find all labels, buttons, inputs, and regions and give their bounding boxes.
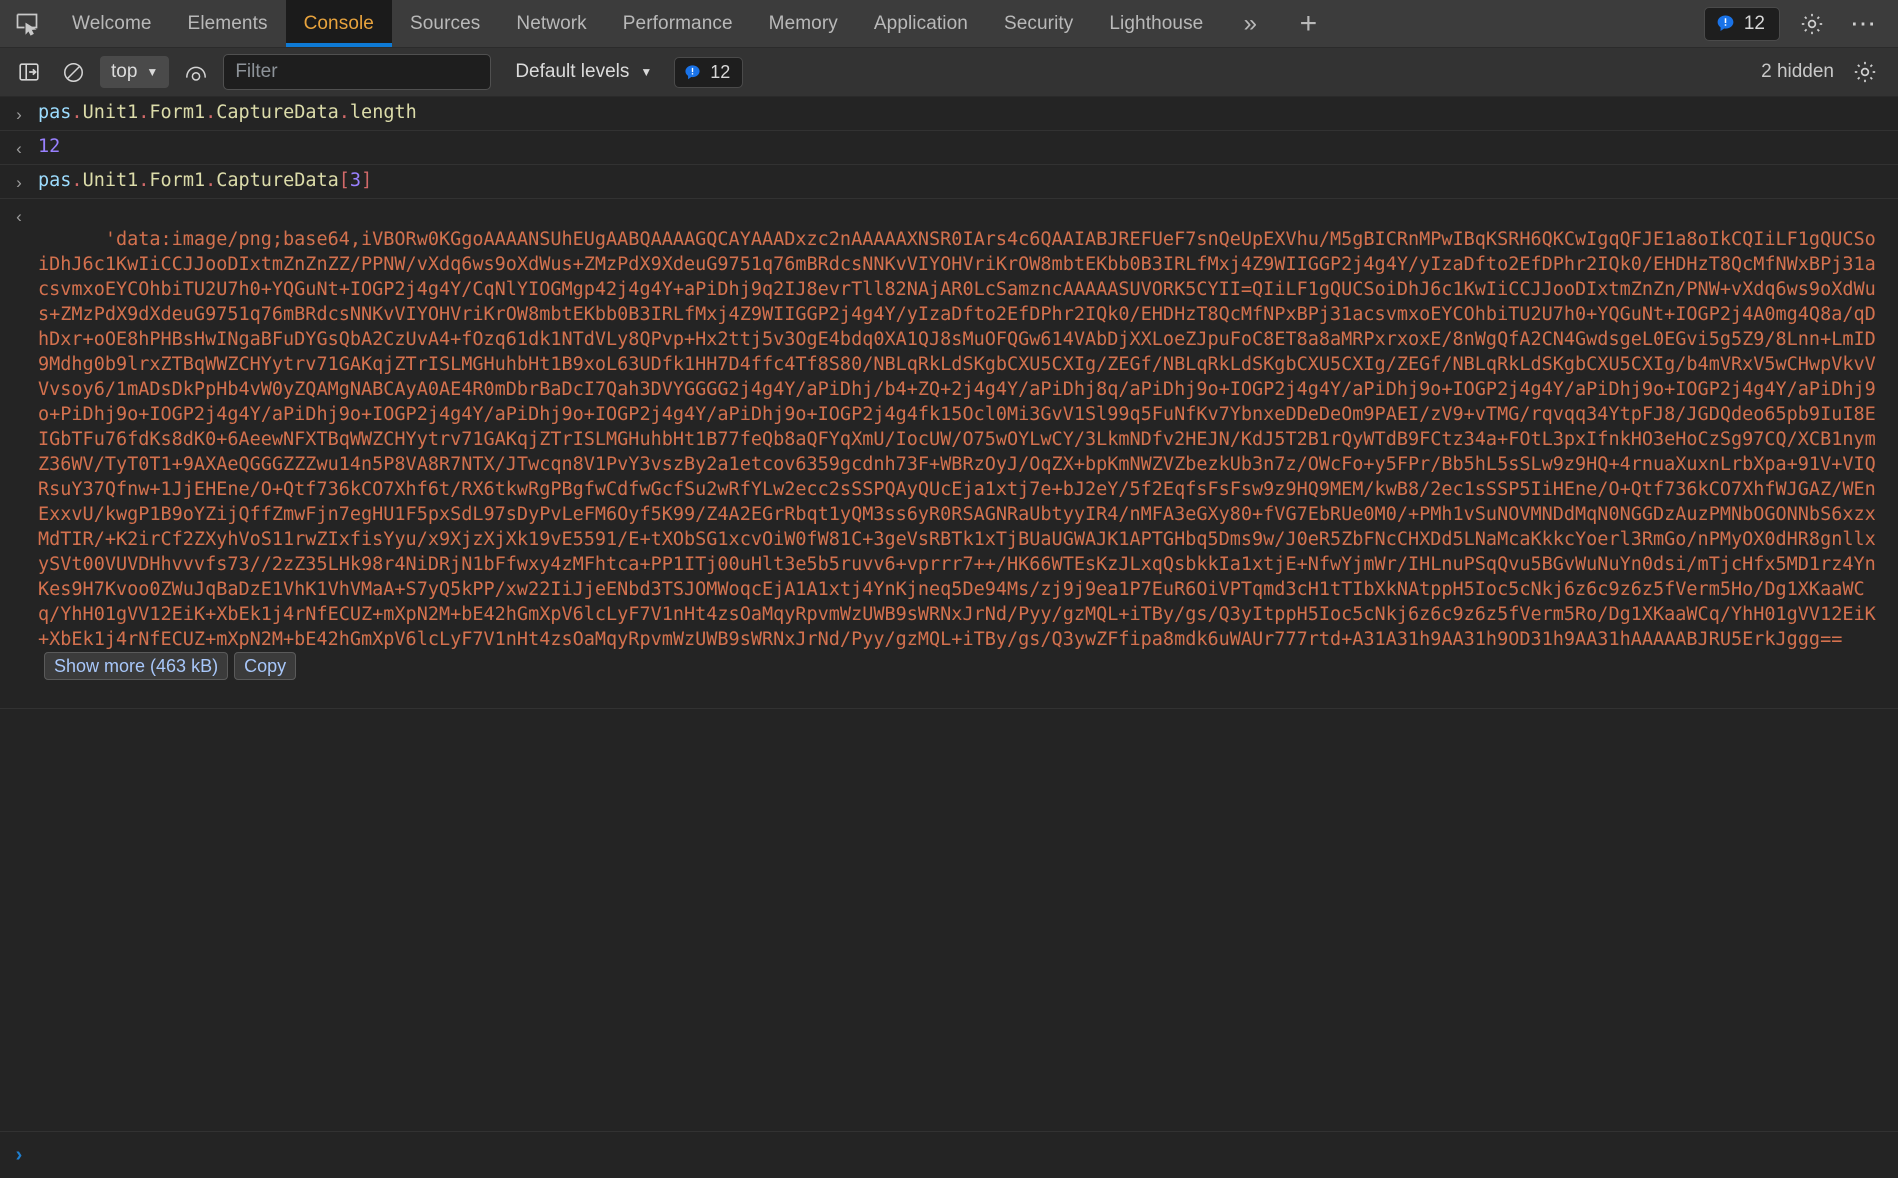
inspect-element-icon[interactable]	[0, 0, 54, 47]
show-more-button[interactable]: Show more (463 kB)	[44, 652, 229, 680]
token-bracket: [	[338, 170, 350, 191]
add-panel-plus-icon[interactable]: +	[1279, 0, 1337, 47]
tab-console[interactable]: Console	[285, 0, 393, 47]
hidden-messages-count: 2 hidden	[1761, 61, 1834, 82]
console-toolbar-right: 2 hidden	[1761, 55, 1886, 89]
tabbar-right-controls: 12 dots-horizontal-icon⋯	[1703, 0, 1898, 47]
token-property: CaptureData	[216, 170, 339, 191]
token-dot: .	[205, 102, 217, 123]
more-tabs-chevron-icon[interactable]: »	[1221, 0, 1279, 47]
tab-security[interactable]: Security	[986, 0, 1091, 47]
issues-count: 12	[1743, 12, 1765, 34]
console-settings-gear-icon[interactable]	[1848, 55, 1882, 89]
log-levels-label: Default levels	[515, 61, 630, 82]
tab-label: Lighthouse	[1109, 12, 1204, 34]
sidebar-toggle-icon[interactable]	[12, 55, 46, 89]
devtools-tabbar: Welcome Elements Console Sources Network…	[0, 0, 1898, 48]
token-property: length	[349, 102, 417, 123]
tab-memory[interactable]: Memory	[751, 0, 856, 47]
console-command-entry[interactable]: › pas.Unit1.Form1.CaptureData[3]	[0, 165, 1898, 199]
token-property: Form1	[149, 102, 206, 123]
tab-label: Welcome	[72, 12, 152, 34]
log-levels-selector[interactable]: Default levels ▼	[507, 57, 660, 87]
settings-gear-icon[interactable]	[1792, 4, 1832, 44]
tab-sources[interactable]: Sources	[392, 0, 498, 47]
token-bracket: ]	[361, 170, 373, 191]
result-chevron-icon: ‹	[16, 139, 22, 158]
more-tabs-label: »	[1243, 9, 1258, 37]
tab-performance[interactable]: Performance	[605, 0, 751, 47]
console-prompt-input[interactable]	[38, 1143, 1898, 1167]
clear-console-icon[interactable]	[56, 55, 90, 89]
base64-string-value: 'data:image/png;base64,iVBORw0KGgoAAAANS…	[38, 229, 1876, 650]
chevron-down-icon: ▼	[640, 65, 653, 79]
console-issues-counter[interactable]: 12	[674, 56, 744, 88]
console-issues-count: 12	[710, 61, 731, 82]
token-identifier: pas	[38, 102, 72, 123]
console-result-entry[interactable]: ‹ 12	[0, 131, 1898, 165]
result-number: 12	[38, 136, 61, 157]
token-dot: .	[205, 170, 217, 191]
tab-label: Sources	[409, 12, 481, 34]
context-label: top	[111, 61, 138, 82]
token-index: 3	[349, 170, 362, 191]
result-value: 12	[38, 134, 1898, 159]
tab-network[interactable]: Network	[498, 0, 604, 47]
token-dot: .	[138, 102, 150, 123]
tab-welcome[interactable]: Welcome	[54, 0, 170, 47]
issue-speech-bubble-icon	[1717, 15, 1734, 32]
command-chevron-icon: ›	[16, 173, 22, 192]
issue-speech-bubble-icon	[685, 64, 700, 79]
result-datauri-string: 'data:image/png;base64,iVBORw0KGgoAAAANS…	[38, 202, 1898, 705]
eye-icon[interactable]	[179, 55, 213, 89]
tab-label: Network	[516, 12, 587, 34]
result-chevron-icon: ‹	[16, 207, 22, 226]
tab-label: Performance	[622, 12, 733, 34]
command-chevron-icon: ›	[16, 105, 22, 124]
console-toolbar: top ▼ Default levels ▼ 12 2 hidden	[0, 48, 1898, 97]
chevron-down-icon: ▼	[146, 65, 159, 79]
token-dot: .	[71, 170, 83, 191]
token-property: Unit1	[82, 102, 139, 123]
tab-application[interactable]: Application	[856, 0, 986, 47]
tab-label: Memory	[768, 12, 838, 34]
token-property: CaptureData	[216, 102, 339, 123]
tab-elements[interactable]: Elements	[170, 0, 286, 47]
token-property: Unit1	[82, 170, 139, 191]
token-identifier: pas	[38, 170, 72, 191]
token-dot: .	[138, 170, 150, 191]
tab-label: Application	[873, 12, 968, 34]
tab-lighthouse[interactable]: Lighthouse	[1091, 0, 1221, 47]
console-message-list[interactable]: › pas.Unit1.Form1.CaptureData.length ‹ 1…	[0, 97, 1898, 1178]
javascript-context-selector[interactable]: top ▼	[100, 56, 170, 88]
copy-button[interactable]: Copy	[234, 652, 297, 680]
add-panel-label: +	[1299, 6, 1318, 40]
tab-label: Security	[1003, 12, 1074, 34]
prompt-chevron-icon: ›	[15, 1143, 23, 1166]
console-result-entry[interactable]: ‹ 'data:image/png;base64,iVBORw0KGgoAAAA…	[0, 199, 1898, 709]
console-filter-input[interactable]	[223, 54, 492, 90]
token-dot: .	[338, 102, 350, 123]
tab-label: Elements	[187, 12, 268, 34]
issues-counter-button[interactable]: 12	[1703, 6, 1780, 41]
console-command-entry[interactable]: › pas.Unit1.Form1.CaptureData.length	[0, 97, 1898, 131]
command-text: pas.Unit1.Form1.CaptureData.length	[38, 100, 1898, 125]
more-options-dots-icon[interactable]: dots-horizontal-icon⋯	[1844, 4, 1884, 44]
tab-label: Console	[303, 12, 374, 34]
token-dot: .	[71, 102, 83, 123]
command-text: pas.Unit1.Form1.CaptureData[3]	[38, 168, 1898, 193]
token-property: Form1	[149, 170, 206, 191]
console-prompt-row[interactable]: ›	[0, 1131, 1898, 1178]
